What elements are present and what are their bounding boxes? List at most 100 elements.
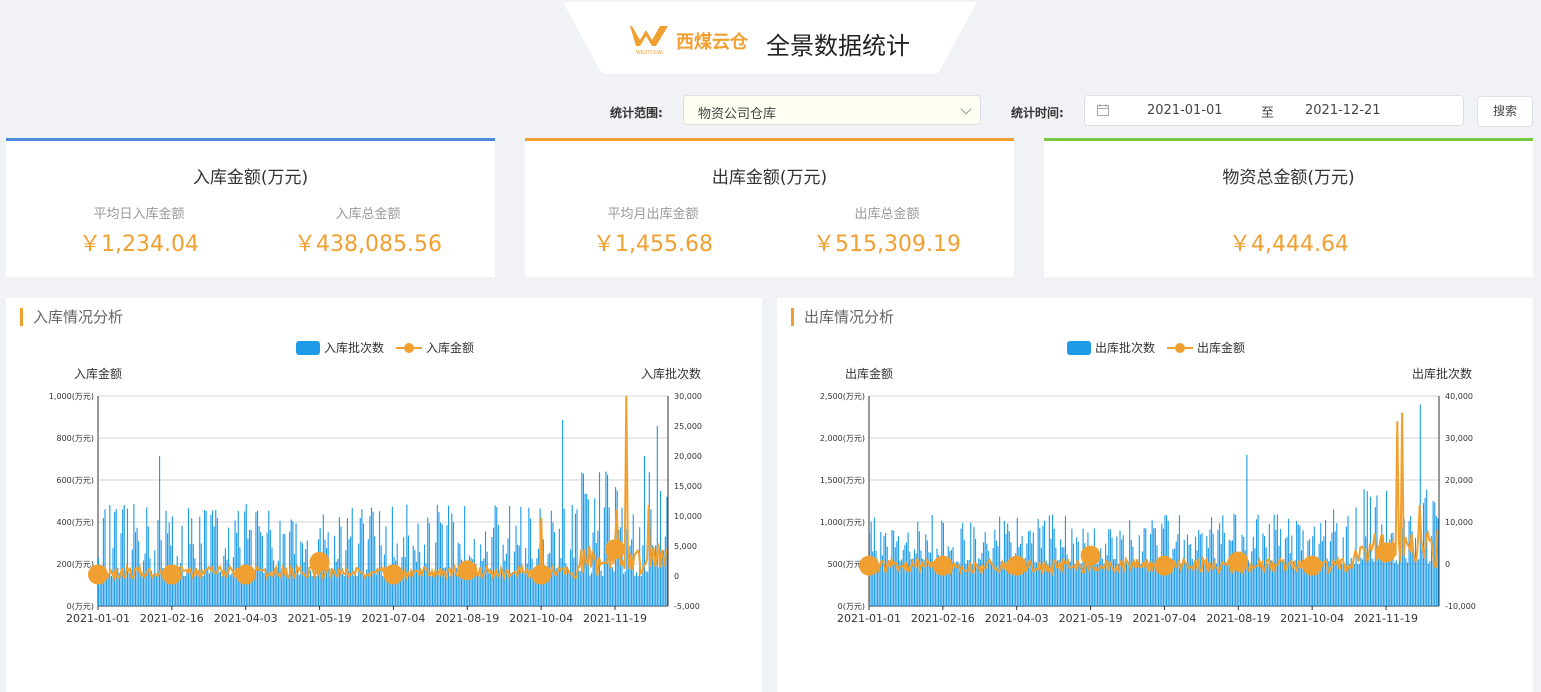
x-tick-label: 2021-05-19 [1059,612,1123,625]
bar [905,542,908,606]
bar [224,548,226,606]
line-marker [605,539,626,560]
bar [1366,491,1368,606]
bar [1273,514,1275,606]
bar [419,552,421,606]
bar [1260,562,1262,606]
bar [273,560,275,606]
bar [451,513,453,606]
inbound-avg-value: ￥1,234.04 [79,232,199,257]
bar [350,536,352,606]
bar [891,529,893,606]
outbound-avg-value: ￥1,455.68 [593,232,713,257]
bar [634,576,636,606]
right-tick-label: 10,000 [674,512,702,521]
materials-card-title: 物资总金额(万元) [1222,168,1355,188]
bar [464,506,466,606]
bar [1207,548,1209,606]
bar [202,576,204,606]
bar [1382,561,1384,606]
bar [1288,518,1290,606]
bar [483,558,485,606]
bar [560,558,562,606]
bar [237,510,239,606]
bar [659,490,662,606]
range-select[interactable]: 物资公司仓库 [683,95,981,125]
right-axis-title: 出库批次数 [1412,366,1472,381]
x-tick-label: 2021-11-19 [583,612,647,625]
bar [184,576,186,606]
bar [525,547,527,606]
bar [574,513,576,606]
bar [417,523,419,606]
bar [1395,560,1397,606]
outbound-card-title: 出库金额(万元) [711,168,828,188]
bar [1077,541,1079,606]
bar [1048,515,1050,606]
bar [645,571,647,606]
date-range-picker[interactable]: 2021-01-01 至 2021-12-21 [1084,95,1464,126]
bar [232,557,234,606]
bar [606,474,609,606]
bar [187,508,190,606]
bar [531,558,533,606]
bar [893,530,895,606]
bar [1358,564,1360,606]
inbound-analysis-panel: 入库情况分析 入库批次数 入库金额 入库金额 入库批次数 0(万元) 200(万元) 400… [6,298,762,692]
bar [590,572,593,606]
bar [1373,561,1375,606]
inbound-amount-card: 入库金额(万元) 平均日入库金额 ￥1,234.04 入库总金额 ￥438,08… [6,138,495,277]
line-marker [1376,542,1397,563]
bar [256,510,259,606]
brand-name: 西煤云仓 [676,32,748,53]
legend-line-label: 出库金额 [1197,340,1245,355]
bar [226,559,228,606]
bar [361,509,363,606]
bar [613,571,615,606]
bar [382,576,384,606]
end-date-input[interactable]: 2021-12-21 [1305,103,1381,118]
bar [920,550,922,606]
bar [562,420,564,606]
bar [563,508,565,606]
bar [1105,543,1107,606]
line-marker [1302,555,1323,576]
page-title: 全景数据统计 [766,32,910,60]
bar [274,567,276,606]
bar [509,505,511,606]
bar [496,507,498,606]
bar [989,560,991,606]
bar [1371,558,1373,606]
bar [513,551,515,606]
bar [515,525,517,606]
bar [510,575,512,606]
bar [1186,534,1189,606]
bar [297,568,299,606]
bar [1334,531,1336,606]
bar [570,549,572,606]
bar [947,546,949,606]
bar [1127,564,1129,606]
right-tick-label: 5,000 [674,542,697,551]
start-date-input[interactable]: 2021-01-01 [1147,103,1223,118]
bar [1215,563,1217,606]
bar [351,507,353,606]
bar [186,568,188,606]
x-tick-label: 2021-02-16 [911,612,975,625]
bar [518,545,520,606]
bar [427,517,429,606]
bar [281,576,283,606]
bar [1055,547,1057,606]
bar [974,538,977,606]
search-button[interactable]: 搜索 [1477,96,1533,127]
outbound-analysis-panel: 出库情况分析 出库批次数 出库金额 出库金额 出库批次数 0(万元) 500(万元) 1,0… [777,298,1533,692]
bar [285,573,287,606]
bar [433,573,435,606]
line-marker [309,551,330,572]
line-marker [531,564,552,585]
bar-series [98,420,668,606]
right-tick-label: -5,000 [674,602,700,611]
bar [966,559,969,606]
bar [647,571,649,606]
bar [1141,551,1144,606]
